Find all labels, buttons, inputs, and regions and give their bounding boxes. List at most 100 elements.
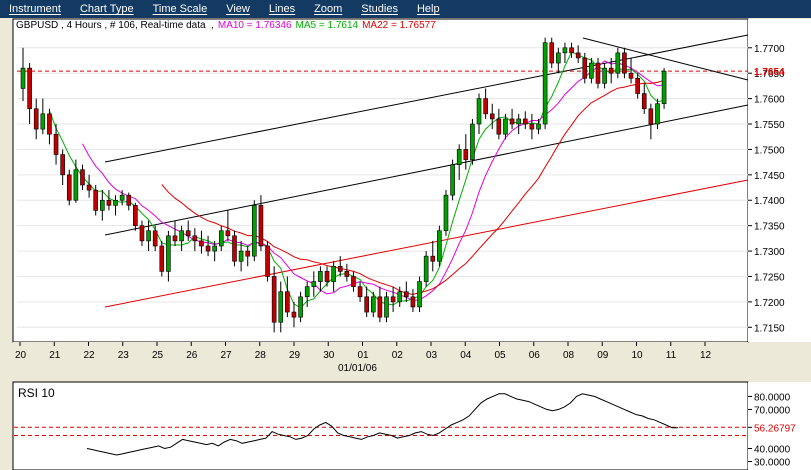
date-tick-4: 25 xyxy=(152,350,164,361)
candle-body-79 xyxy=(542,42,548,125)
candle-body-16 xyxy=(126,194,132,206)
candle-body-19 xyxy=(146,230,151,242)
price-tick-4: 1.7500 xyxy=(754,145,785,156)
date-sub-label: 01/01/06 xyxy=(338,363,377,374)
candle-body-43 xyxy=(304,286,310,298)
candle-body-39 xyxy=(278,291,284,323)
candle-body-69 xyxy=(476,98,482,125)
candle-body-1 xyxy=(27,67,32,110)
candle-body-35 xyxy=(252,205,257,257)
candle-body-60 xyxy=(417,281,422,308)
candle-body-70 xyxy=(483,98,488,115)
candle-body-47 xyxy=(331,266,336,282)
rsi-tick-4: 30.0000 xyxy=(754,457,791,468)
date-tick-5: 26 xyxy=(186,350,198,361)
candle-body-62 xyxy=(430,255,436,262)
candle-body-5 xyxy=(53,133,59,155)
candle-body-8 xyxy=(73,169,79,201)
current-price-label: 1.7654 xyxy=(754,67,785,78)
candle-body-46 xyxy=(324,271,330,282)
candle-body-73 xyxy=(503,118,508,135)
candle-body-80 xyxy=(549,42,555,64)
candle-body-24 xyxy=(179,230,184,242)
date-tick-7: 28 xyxy=(255,350,267,361)
price-tick-0: 1.7700 xyxy=(754,44,785,55)
price-panel[interactable] xyxy=(12,18,749,343)
candle-body-51 xyxy=(357,286,363,298)
date-tick-2: 22 xyxy=(84,350,96,361)
candle-body-33 xyxy=(238,250,244,262)
candle-body-58 xyxy=(404,291,409,298)
candle-body-82 xyxy=(562,47,568,54)
candle-body-57 xyxy=(397,291,403,303)
candle-body-9 xyxy=(80,169,85,186)
candle-body-76 xyxy=(522,118,528,125)
date-tick-12: 03 xyxy=(426,350,438,361)
date-tick-9: 30 xyxy=(323,350,335,361)
candle-body-71 xyxy=(489,113,495,120)
candle-body-30 xyxy=(218,230,224,247)
candle-body-2 xyxy=(33,108,39,130)
candle-body-66 xyxy=(456,149,462,165)
price-tick-11: 1.7150 xyxy=(754,323,785,334)
candle-body-86 xyxy=(589,62,594,79)
candle-body-54 xyxy=(377,296,383,318)
candle-body-93 xyxy=(635,77,640,94)
date-tick-17: 09 xyxy=(597,350,609,361)
chart-info-label: , 4 Hours , # 106, Real-time data , xyxy=(58,20,214,31)
date-tick-14: 05 xyxy=(495,350,507,361)
candle-body-67 xyxy=(463,149,469,160)
candle-body-0 xyxy=(20,67,26,89)
date-tick-3: 23 xyxy=(118,350,130,361)
candle-body-22 xyxy=(166,235,171,272)
candle-body-12 xyxy=(100,199,105,211)
candle-body-14 xyxy=(113,199,118,206)
candle-body-85 xyxy=(582,57,588,79)
candle-body-94 xyxy=(641,93,647,110)
candle-body-21 xyxy=(159,245,165,272)
candle-body-15 xyxy=(119,194,125,201)
date-tick-19: 11 xyxy=(666,350,677,361)
candle-body-31 xyxy=(225,230,231,237)
svg-text:GBPUSD , 4 Hours , # 106, Real: GBPUSD , 4 Hours , # 106, Real-time data… xyxy=(16,20,436,31)
candle-body-42 xyxy=(298,296,303,318)
candle-body-36 xyxy=(258,205,264,247)
price-tick-3: 1.7550 xyxy=(754,120,785,131)
date-tick-20: 12 xyxy=(700,350,712,361)
candle-body-37 xyxy=(265,245,270,277)
date-tick-13: 04 xyxy=(460,350,472,361)
candle-body-18 xyxy=(139,225,145,242)
price-tick-8: 1.7300 xyxy=(754,247,785,258)
chart-canvas[interactable]: 1.77001.76501.76001.75501.75001.74501.74… xyxy=(0,0,811,470)
candle-body-55 xyxy=(384,296,389,318)
price-tick-10: 1.7200 xyxy=(754,298,785,309)
rsi-panel[interactable] xyxy=(12,381,749,470)
candle-body-83 xyxy=(569,47,574,54)
date-tick-11: 02 xyxy=(392,350,404,361)
candle-body-45 xyxy=(318,271,323,282)
candle-body-61 xyxy=(423,255,429,282)
rsi-tick-1: 70.0000 xyxy=(754,405,791,416)
candle-body-32 xyxy=(232,235,237,262)
candle-body-74 xyxy=(509,118,515,125)
candle-body-84 xyxy=(575,52,581,59)
candle-body-81 xyxy=(556,52,561,64)
candle-body-97 xyxy=(661,70,667,104)
price-tick-6: 1.7400 xyxy=(754,196,785,207)
candle-body-4 xyxy=(47,113,52,135)
candle-body-20 xyxy=(152,230,158,247)
candle-body-41 xyxy=(291,311,297,318)
candle-body-48 xyxy=(337,266,343,272)
candle-body-88 xyxy=(602,67,607,84)
candle-body-26 xyxy=(192,235,198,242)
candle-body-68 xyxy=(470,123,475,160)
candle-body-92 xyxy=(628,72,634,79)
date-tick-15: 06 xyxy=(529,350,541,361)
candle-body-78 xyxy=(536,123,541,130)
candle-body-10 xyxy=(86,184,92,191)
candle-body-75 xyxy=(516,118,521,125)
price-tick-5: 1.7450 xyxy=(754,171,785,182)
candle-body-91 xyxy=(622,52,627,74)
price-tick-2: 1.7600 xyxy=(754,95,785,106)
rsi-title: RSI 10 xyxy=(18,386,55,400)
